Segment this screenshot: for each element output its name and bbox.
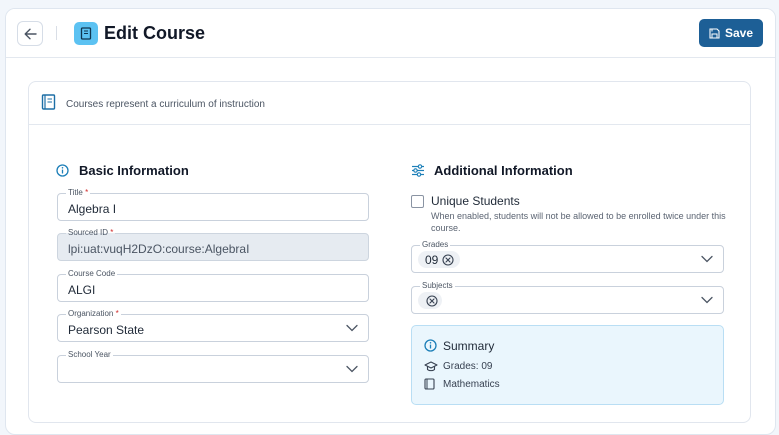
unique-students-help: When enabled, students will not be allow… <box>431 211 726 233</box>
course-code-field-value: ALGI <box>68 283 96 297</box>
grade-chip: 09 <box>418 251 461 268</box>
arrow-left-icon <box>24 28 37 39</box>
chevron-down-icon <box>701 255 713 263</box>
course-code-field[interactable]: Course Code ALGI <box>57 269 369 302</box>
summary-subject: Mathematics <box>443 379 500 390</box>
sourced-id-field-label: Sourced ID * <box>66 228 116 238</box>
chevron-down-icon <box>346 365 358 373</box>
info-icon <box>424 339 437 352</box>
course-code-field-label: Course Code <box>66 269 118 279</box>
card-header: Courses represent a curriculum of instru… <box>29 82 750 125</box>
school-year-select-label: School Year <box>66 350 113 360</box>
remove-subject-button[interactable] <box>426 294 438 307</box>
title-field-value: Algebra I <box>68 202 117 216</box>
grade-chip-label: 09 <box>425 252 439 267</box>
organization-select-value: Pearson State <box>68 323 145 337</box>
subjects-select[interactable]: Subjects <box>411 281 724 314</box>
organization-select-label: Organization * <box>66 309 121 319</box>
sliders-icon <box>412 164 424 177</box>
book-icon <box>424 378 435 390</box>
unique-students-label: Unique Students <box>431 194 520 208</box>
header-divider <box>56 26 57 40</box>
save-button[interactable]: Save <box>699 19 763 47</box>
close-circle-icon <box>442 253 454 266</box>
save-button-label: Save <box>724 26 754 40</box>
save-icon <box>709 27 720 39</box>
book-open-icon <box>41 94 56 110</box>
title-field[interactable]: Title * Algebra I <box>57 188 369 221</box>
course-form-card: Courses represent a curriculum of instru… <box>28 81 751 423</box>
summary-grades: Grades: 09 <box>443 361 493 372</box>
additional-information-title: Additional Information <box>434 163 573 178</box>
chevron-down-icon <box>346 324 358 332</box>
subject-chip <box>418 292 442 309</box>
back-button[interactable] <box>17 21 43 46</box>
info-icon <box>56 164 69 177</box>
remove-grade-button[interactable] <box>442 253 454 266</box>
card-description: Courses represent a curriculum of instru… <box>66 99 265 110</box>
sourced-id-field-value: lpi:uat:vuqH2DzO:course:AlgebraI <box>68 242 250 256</box>
grades-select-label: Grades <box>420 240 451 250</box>
edit-course-page: Edit Course Save Courses represent a cur… <box>5 8 776 435</box>
summary-panel: Summary Grades: 09 Mathematics <box>411 325 724 405</box>
chevron-down-icon <box>701 296 713 304</box>
sourced-id-field: Sourced ID * lpi:uat:vuqH2DzO:course:Alg… <box>57 228 369 261</box>
unique-students-checkbox[interactable] <box>411 195 424 208</box>
summary-title: Summary <box>443 339 495 353</box>
book-icon <box>74 22 98 45</box>
page-title: Edit Course <box>104 23 206 43</box>
school-year-select[interactable]: School Year <box>57 350 369 383</box>
close-circle-icon <box>426 294 438 307</box>
graduation-cap-icon <box>424 361 438 372</box>
subjects-select-label: Subjects <box>420 281 455 291</box>
basic-information-title: Basic Information <box>79 163 189 178</box>
organization-select[interactable]: Organization * Pearson State <box>57 309 369 342</box>
page-header: Edit Course Save <box>6 9 775 58</box>
title-field-label: Title * <box>66 188 91 198</box>
grades-select[interactable]: Grades 09 <box>411 240 724 273</box>
